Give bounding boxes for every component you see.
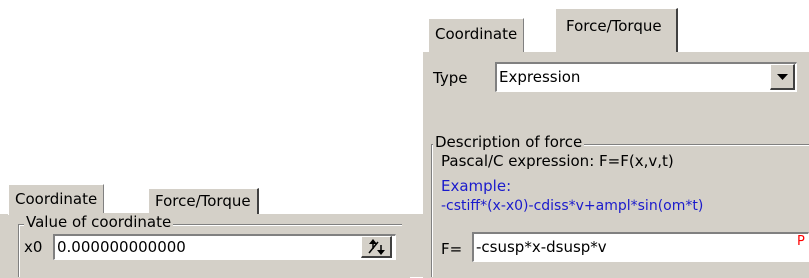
type-dropdown-button[interactable] [770,64,795,90]
type-select[interactable]: Expression [495,62,797,92]
chevron-down-icon [777,74,788,80]
left-tab-force-torque[interactable]: Force/Torque [148,188,259,214]
p-marker: P [797,234,805,249]
f-label: F= [441,240,463,258]
left-tab-coordinate[interactable]: Coordinate [8,184,105,215]
right-tab-coordinate[interactable]: Coordinate [428,18,525,52]
expression-hint: Pascal/C expression: F=F(x,v,t) [441,152,674,170]
right-tab-force-torque[interactable]: Force/Torque [555,8,678,52]
spin-updown-icon [368,239,385,255]
right-group-title: Description of force [433,133,585,151]
x0-input[interactable]: 0.000000000000 [53,234,396,260]
spin-updown-button[interactable] [361,236,392,258]
example-label: Example: [441,177,512,195]
left-group-title: Value of coordinate [24,213,174,231]
example-text: -cstiff*(x-x0)-cdiss*v+ampl*sin(om*t) [441,198,704,214]
f-expression-input[interactable]: -csusp*x-dsusp*v [472,232,809,262]
type-label: Type [433,69,468,87]
x0-label: x0 [24,238,43,256]
